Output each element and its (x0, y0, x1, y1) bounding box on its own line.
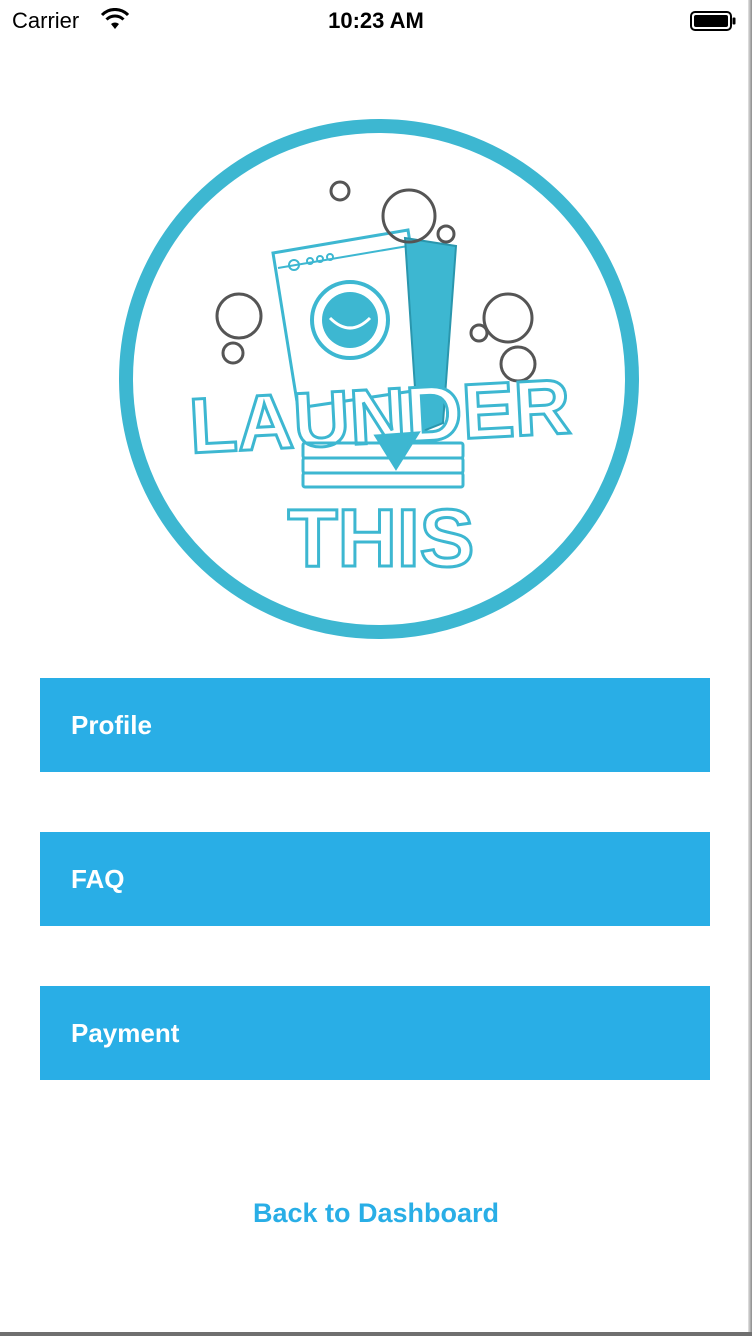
faq-button[interactable]: FAQ (40, 832, 710, 926)
status-time: 10:23 AM (328, 8, 424, 33)
payment-button[interactable]: Payment (40, 986, 710, 1080)
bottom-edge (0, 1332, 752, 1336)
logo-word-bottom: THIS (288, 493, 475, 584)
profile-button-label: Profile (71, 710, 152, 740)
profile-button[interactable]: Profile (40, 678, 710, 772)
battery-icon (690, 11, 736, 31)
edge-shadow (748, 0, 752, 1336)
payment-button-label: Payment (71, 1018, 180, 1048)
faq-button-label: FAQ (71, 864, 125, 894)
status-bar: Carrier 10:23 AM (0, 0, 752, 40)
launder-this-logo: LAUNDER THIS (119, 119, 639, 639)
back-to-dashboard-link[interactable]: Back to Dashboard (0, 1198, 752, 1229)
